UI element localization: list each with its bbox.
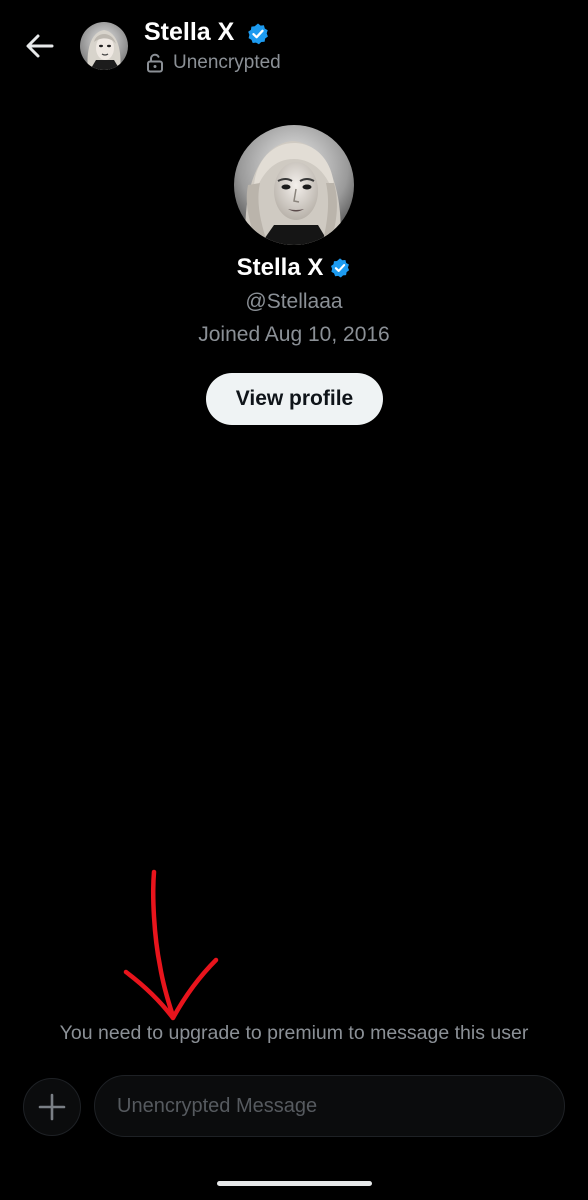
profile-name-row: Stella X — [0, 254, 588, 282]
arrow-left-icon — [26, 34, 54, 58]
header-title[interactable]: Stella X — [144, 18, 234, 47]
profile-name: Stella X — [236, 254, 324, 281]
view-profile-button[interactable]: View profile — [206, 373, 383, 425]
profile-joined-date: Joined Aug 10, 2016 — [198, 323, 390, 346]
conversation-header: Stella X Unencrypted — [0, 0, 588, 92]
add-attachment-button[interactable] — [23, 1078, 81, 1136]
home-indicator[interactable] — [217, 1181, 372, 1186]
message-input[interactable] — [94, 1075, 565, 1137]
verified-badge-icon — [331, 258, 350, 278]
plus-icon — [38, 1093, 66, 1121]
avatar[interactable] — [80, 22, 128, 70]
encryption-label: Unencrypted — [173, 52, 281, 73]
encryption-status: Unencrypted — [146, 52, 281, 74]
profile-handle: @Stellaaa — [245, 290, 343, 313]
profile-avatar[interactable] — [234, 125, 354, 245]
annotation-arrow-icon — [123, 869, 219, 1021]
premium-notice: You need to upgrade to premium to messag… — [59, 1022, 529, 1044]
lock-icon — [147, 53, 163, 73]
back-button[interactable] — [22, 28, 58, 64]
verified-badge-icon — [248, 23, 268, 45]
